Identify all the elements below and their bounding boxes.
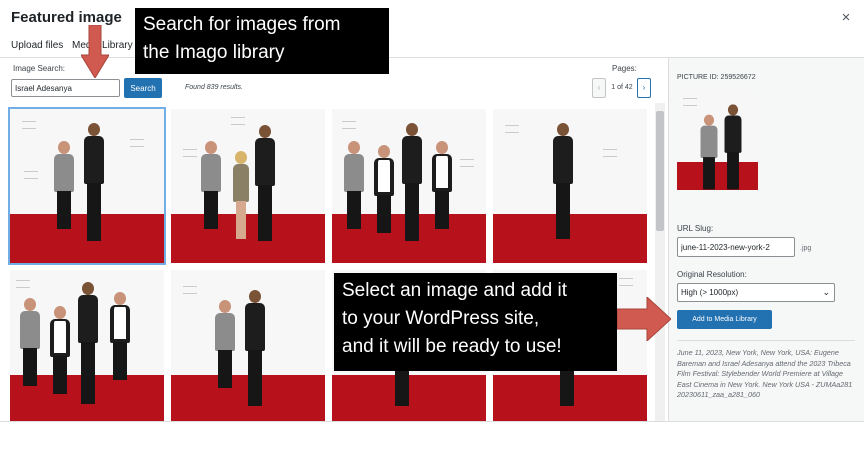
person-figure: [199, 141, 223, 253]
festival-logo-icon: [342, 121, 356, 129]
chevron-down-icon: ⌄: [822, 287, 830, 297]
person-figure: [699, 114, 719, 190]
url-slug-input[interactable]: [677, 237, 795, 257]
festival-logo-icon: [460, 159, 474, 167]
picture-id: PICTURE ID: 259526672: [677, 74, 756, 81]
results-count: Found 839 results.: [185, 84, 243, 91]
person-figure: [76, 282, 100, 418]
person-figure: [243, 290, 267, 418]
next-page-button[interactable]: ›: [637, 78, 651, 98]
person-figure: [723, 104, 743, 190]
tab-upload-files[interactable]: Upload files: [11, 40, 63, 51]
person-figure: [108, 292, 132, 418]
person-figure: [400, 123, 424, 253]
person-figure: [82, 123, 106, 253]
search-callout-line-2: the Imago library: [143, 42, 285, 63]
festival-logo-icon: [183, 286, 197, 294]
image-thumbnail-3[interactable]: [332, 109, 486, 263]
person-figure: [213, 300, 237, 418]
festival-logo-icon: [619, 278, 633, 286]
featured-image-modal: Featured image × Upload files Media Libr…: [0, 0, 864, 461]
slug-extension: .jpg: [800, 245, 812, 252]
image-thumbnail-2[interactable]: [171, 109, 325, 263]
search-callout-line-1: Search for images from: [143, 14, 341, 35]
url-slug-label: URL Slug:: [677, 224, 714, 233]
festival-logo-icon: [683, 98, 697, 106]
grid-scrollbar[interactable]: [655, 103, 665, 421]
image-search-input[interactable]: [11, 79, 120, 97]
add-callout-line-1: Select an image and add it: [342, 280, 567, 301]
person-figure: [48, 306, 72, 418]
attachment-details-sidebar: PICTURE ID: 259526672 URL Slug: .jpg Ori…: [668, 58, 864, 421]
festival-logo-icon: [130, 139, 144, 147]
image-thumbnail-1[interactable]: [8, 107, 166, 265]
search-button[interactable]: Search: [124, 78, 162, 98]
person-figure: [342, 141, 366, 253]
festival-logo-icon: [22, 121, 36, 129]
pages-label: Pages:: [612, 64, 637, 73]
person-figure: [18, 298, 42, 418]
person-figure: [430, 141, 454, 253]
current-page: 1 of 42: [611, 84, 633, 91]
person-figure: [253, 125, 277, 253]
scrollbar-thumb[interactable]: [656, 111, 664, 231]
arrow-down-icon: [81, 25, 109, 78]
add-image-callout: Select an image and add it to your WordP…: [334, 273, 617, 371]
resolution-label: Original Resolution:: [677, 270, 747, 279]
close-icon[interactable]: ×: [836, 8, 856, 28]
festival-logo-icon: [505, 125, 519, 133]
festival-logo-icon: [603, 149, 617, 157]
person-figure: [229, 151, 253, 251]
add-callout-line-3: and it will be ready to use!: [342, 336, 562, 357]
person-figure: [372, 145, 396, 253]
festival-logo-icon: [231, 117, 245, 125]
festival-logo-icon: [24, 171, 38, 179]
modal-title: Featured image: [11, 9, 122, 26]
image-caption: June 11, 2023, New York, New York, USA: …: [677, 348, 853, 399]
modal-footer: [0, 421, 864, 461]
image-thumbnail-4[interactable]: [493, 109, 647, 263]
festival-logo-icon: [183, 149, 197, 157]
selected-image-preview: [677, 90, 758, 190]
image-grid: [0, 103, 668, 421]
image-search-label: Image Search:: [13, 64, 66, 73]
add-callout-line-2: to your WordPress site,: [342, 308, 540, 329]
search-callout: Search for images from the Imago library: [135, 8, 389, 74]
person-figure: [52, 141, 76, 253]
caption-divider: [677, 340, 855, 341]
add-to-media-library-button[interactable]: Add to Media Library: [677, 310, 772, 329]
image-thumbnail-5[interactable]: [10, 270, 164, 421]
resolution-value: High (> 1000px): [681, 288, 739, 297]
person-figure: [551, 123, 575, 251]
festival-logo-icon: [16, 280, 30, 288]
resolution-select[interactable]: High (> 1000px) ⌄: [677, 283, 835, 302]
arrow-right-icon: [617, 297, 671, 341]
image-thumbnail-6[interactable]: [171, 270, 325, 421]
prev-page-button[interactable]: ‹: [592, 78, 606, 98]
